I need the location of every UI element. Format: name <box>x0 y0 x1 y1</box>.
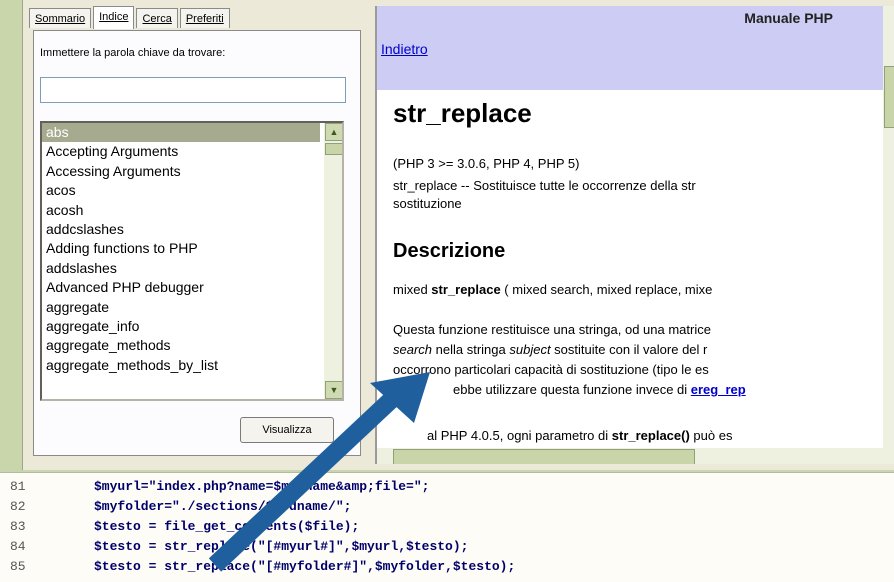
tab-indice[interactable]: Indice <box>93 6 135 29</box>
signature: mixed str_replace ( mixed search, mixed … <box>393 282 713 297</box>
summary-line-1: str_replace -- Sostituisce tutte le occo… <box>393 178 696 193</box>
code-line: 84 $testo = str_replace("[#myurl#]",$myur… <box>0 537 468 557</box>
index-panel: Immettere la parola chiave da trovare: a… <box>33 30 361 456</box>
scroll-thumb[interactable] <box>325 143 342 155</box>
code-text: $testo = file_get_contents($file); <box>94 519 360 534</box>
keyword-search-input[interactable] <box>40 77 346 103</box>
topic-hscroll-thumb[interactable] <box>393 449 695 464</box>
tab-strip: Sommario Indice Cerca Preferiti <box>29 6 230 30</box>
code-text: $testo = str_replace("[#myurl#]",$myurl,… <box>94 539 469 554</box>
show-button[interactable]: Visualizza <box>240 417 334 443</box>
para-line-4: ebbe utilizzare questa funzione invece d… <box>453 382 746 397</box>
line-number: 84 <box>10 539 26 554</box>
ereg-replace-link[interactable]: ereg_rep <box>691 382 746 397</box>
para-line-5: al PHP 4.0.5, ogni parametro di str_repl… <box>427 428 733 443</box>
topic-pane: Manuale PHP Indietro str_replace (PHP 3 … <box>375 6 894 464</box>
line-number: 85 <box>10 559 26 574</box>
index-list-item[interactable]: acosh <box>42 201 320 220</box>
description-heading: Descrizione <box>393 240 506 262</box>
back-link[interactable]: Indietro <box>381 41 428 57</box>
index-list-items: abs Accepting Arguments Accessing Argument… <box>42 123 320 375</box>
search-prompt: Immettere la parola chiave da trovare: <box>40 47 226 59</box>
index-list-scrollbar[interactable]: ▲ ▼ <box>324 123 342 399</box>
index-list-item[interactable]: abs <box>42 123 320 143</box>
index-list-item[interactable]: Accessing Arguments <box>42 162 320 181</box>
line-number: 81 <box>10 479 26 494</box>
tab-sommario[interactable]: Sommario <box>29 8 92 28</box>
function-title: str_replace <box>393 98 532 128</box>
code-text: $myurl="index.php?name=$modname&amp;file… <box>94 479 430 494</box>
index-list-item[interactable]: aggregate_info <box>42 317 320 336</box>
line-number: 82 <box>10 499 26 514</box>
topic-horizontal-scrollbar[interactable] <box>377 448 883 464</box>
code-line: 82 $myfolder="./sections/$modname/"; <box>0 497 351 517</box>
tab-cerca[interactable]: Cerca <box>136 8 178 28</box>
index-list-item[interactable]: acos <box>42 181 320 200</box>
php-versions: (PHP 3 >= 3.0.6, PHP 4, PHP 5) <box>393 156 580 171</box>
scroll-up-icon[interactable]: ▲ <box>325 123 342 141</box>
index-list-item[interactable]: addcslashes <box>42 220 320 239</box>
para-line-1: Questa funzione restituisce una stringa,… <box>393 322 711 337</box>
index-list-item[interactable]: Accepting Arguments <box>42 142 320 161</box>
para-line-2: search nella stringa subject sostituite … <box>393 342 708 357</box>
index-list-item[interactable]: addslashes <box>42 259 320 278</box>
index-list[interactable]: abs Accepting Arguments Accessing Argument… <box>40 121 344 401</box>
index-list-item[interactable]: aggregate_methods <box>42 336 320 355</box>
topic-vertical-scrollbar[interactable] <box>883 6 894 464</box>
help-window: Sommario Indice Cerca Preferiti Immetter… <box>22 0 894 470</box>
code-editor: 81 $myurl="index.php?name=$modname&amp;fi… <box>0 472 894 582</box>
manual-title: Manuale PHP <box>744 10 833 26</box>
code-text: $testo = str_replace("[#myfolder#]",$myf… <box>94 559 516 574</box>
scroll-down-icon[interactable]: ▼ <box>325 381 342 399</box>
code-line: 83 $testo = file_get_contents($file); <box>0 517 359 537</box>
summary-line-2: sostituzione <box>393 196 462 211</box>
tab-preferiti[interactable]: Preferiti <box>179 8 230 28</box>
index-list-item[interactable]: aggregate_methods_by_list <box>42 356 320 375</box>
topic-scroll-thumb[interactable] <box>884 66 894 128</box>
index-list-item[interactable]: Adding functions to PHP <box>42 239 320 258</box>
code-line: 81 $myurl="index.php?name=$modname&amp;fi… <box>0 477 429 497</box>
index-list-item[interactable]: aggregate <box>42 298 320 317</box>
code-line: 85 $testo = str_replace("[#myfolder#]",$m… <box>0 557 515 577</box>
line-number: 83 <box>10 519 26 534</box>
code-text: $myfolder="./sections/$modname/"; <box>94 499 352 514</box>
topic-header: Manuale PHP Indietro <box>377 6 894 90</box>
para-line-3: occorrono particolari capacità di sostit… <box>393 362 709 377</box>
index-list-item[interactable]: Advanced PHP debugger <box>42 278 320 297</box>
